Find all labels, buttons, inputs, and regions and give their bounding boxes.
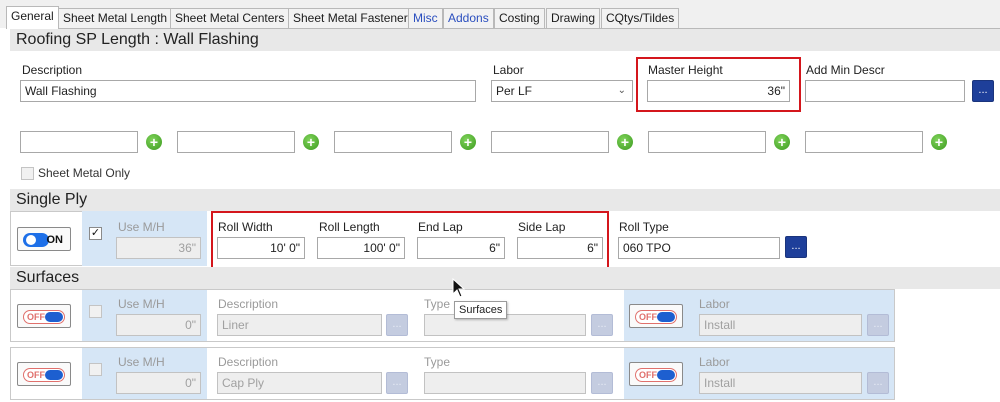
toggle-knob	[657, 370, 675, 380]
single-ply-toggle[interactable]: ON	[17, 227, 71, 251]
add-min-descr-input[interactable]	[805, 80, 965, 102]
surface-use-mh-input[interactable]: 0"	[116, 314, 201, 336]
tab-sheet-metal-fastener[interactable]: Sheet Metal Fastener	[288, 8, 413, 28]
page-title: Roofing SP Length : Wall Flashing	[10, 29, 1000, 51]
tab-general[interactable]: General	[6, 6, 59, 29]
roll-type-label: Roll Type	[619, 220, 669, 234]
single-ply-section-title: Single Ply	[10, 189, 1000, 211]
surface-description-input[interactable]: Liner	[217, 314, 382, 336]
mouse-cursor-icon	[452, 278, 466, 298]
labor-label: Labor	[493, 63, 524, 77]
surface-labor-label: Labor	[699, 355, 730, 369]
surfaces-section-title: Surfaces	[10, 267, 1000, 289]
add-min-descr-label: Add Min Descr	[806, 63, 885, 77]
add-plus-icon[interactable]: +	[460, 134, 476, 150]
addon-field-6[interactable]	[805, 131, 923, 153]
surface-use-mh-input[interactable]: 0"	[116, 372, 201, 394]
surface-description-browse-button[interactable]: ...	[386, 372, 408, 394]
addon-field-1[interactable]	[20, 131, 138, 153]
surface-labor-browse-button[interactable]: ...	[867, 314, 889, 336]
use-mh-label: Use M/H	[118, 220, 165, 234]
surface-description-browse-button[interactable]: ...	[386, 314, 408, 336]
roll-length-label: Roll Length	[319, 220, 380, 234]
surface-labor-toggle[interactable]: OFF	[629, 304, 683, 328]
addon-field-2[interactable]	[177, 131, 295, 153]
description-input[interactable]: Wall Flashing	[20, 80, 476, 102]
surface-use-mh-checkbox[interactable]	[89, 305, 102, 318]
surface-description-label: Description	[218, 297, 279, 311]
labor-select-value: Per LF	[496, 84, 533, 98]
sheet-metal-only-checkbox[interactable]	[21, 167, 34, 180]
master-height-label: Master Height	[648, 63, 723, 77]
use-mh-input[interactable]: 36"	[116, 237, 201, 259]
surface-labor-input[interactable]: Install	[699, 314, 862, 336]
side-lap-input[interactable]: 6"	[517, 237, 603, 259]
surface-labor-browse-button[interactable]: ...	[867, 372, 889, 394]
roll-width-input[interactable]: 10' 0"	[217, 237, 305, 259]
chevron-down-icon: ⌄	[617, 85, 626, 96]
tab-costing[interactable]: Costing	[494, 8, 545, 28]
tab-drawing[interactable]: Drawing	[546, 8, 601, 28]
add-min-descr-browse-button[interactable]: ...	[972, 80, 994, 102]
roll-type-browse-button[interactable]: ...	[785, 236, 807, 258]
master-height-input[interactable]: 36"	[647, 80, 790, 102]
surface-labor-toggle-state: OFF	[639, 312, 657, 322]
tab-sheet-metal-centers[interactable]: Sheet Metal Centers	[170, 8, 290, 28]
surface-use-mh-checkbox[interactable]	[89, 363, 102, 376]
toggle-knob	[45, 370, 63, 380]
toggle-knob	[26, 235, 36, 245]
surfaces-tooltip: Surfaces	[454, 301, 508, 319]
addon-field-4[interactable]	[491, 131, 609, 153]
surface-labor-toggle[interactable]: OFF	[629, 362, 683, 386]
surface-toggle-state: OFF	[27, 370, 45, 380]
end-lap-label: End Lap	[418, 220, 463, 234]
add-plus-icon[interactable]: +	[617, 134, 633, 150]
roll-width-label: Roll Width	[218, 220, 273, 234]
add-plus-icon[interactable]: +	[303, 134, 319, 150]
surface-type-browse-button[interactable]: ...	[591, 314, 613, 336]
surface-labor-input[interactable]: Install	[699, 372, 862, 394]
tab-sheet-metal-length[interactable]: Sheet Metal Length	[58, 8, 173, 28]
toggle-knob	[45, 312, 63, 322]
surface-use-mh-label: Use M/H	[118, 297, 165, 311]
addon-field-5[interactable]	[648, 131, 766, 153]
toggle-knob	[657, 312, 675, 322]
sheet-metal-only-label: Sheet Metal Only	[38, 166, 131, 180]
roll-length-input[interactable]: 100' 0"	[317, 237, 405, 259]
addon-field-3[interactable]	[334, 131, 452, 153]
labor-select[interactable]: Per LF ⌄	[491, 80, 633, 102]
tab-addons[interactable]: Addons	[443, 8, 494, 28]
surface-description-label: Description	[218, 355, 279, 369]
side-lap-label: Side Lap	[518, 220, 566, 234]
surface-type-browse-button[interactable]: ...	[591, 372, 613, 394]
surface-use-mh-label: Use M/H	[118, 355, 165, 369]
tab-misc[interactable]: Misc	[408, 8, 443, 28]
add-plus-icon[interactable]: +	[931, 134, 947, 150]
surface-labor-label: Labor	[699, 297, 730, 311]
surface-labor-toggle-state: OFF	[639, 370, 657, 380]
surface-toggle[interactable]: OFF	[17, 304, 71, 328]
surface-type-label: Type	[424, 297, 451, 311]
surface-type-label: Type	[424, 355, 451, 369]
add-plus-icon[interactable]: +	[146, 134, 162, 150]
tab-cqtys-tildes[interactable]: CQtys/Tildes	[601, 8, 680, 28]
surface-toggle-state: OFF	[27, 312, 45, 322]
roll-type-input[interactable]: 060 TPO	[618, 237, 780, 259]
surface-toggle[interactable]: OFF	[17, 362, 71, 386]
single-ply-toggle-state: ON	[46, 234, 64, 246]
tab-strip: General Sheet Metal Length Sheet Metal C…	[0, 0, 1000, 29]
surface-type-input[interactable]	[424, 372, 586, 394]
use-mh-checkbox[interactable]: ✓	[89, 227, 102, 240]
add-plus-icon[interactable]: +	[774, 134, 790, 150]
description-label: Description	[22, 63, 83, 77]
end-lap-input[interactable]: 6"	[417, 237, 505, 259]
surface-description-input[interactable]: Cap Ply	[217, 372, 382, 394]
